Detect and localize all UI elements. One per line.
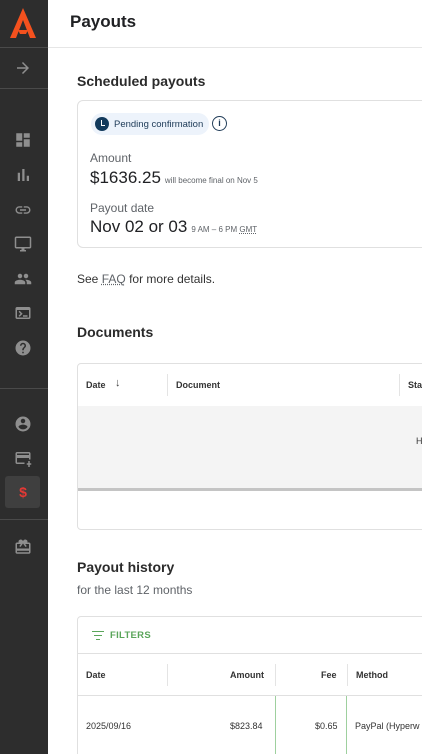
info-icon[interactable]: i: [212, 116, 227, 131]
column-separator: [275, 664, 276, 686]
column-header-date[interactable]: Date: [86, 670, 106, 680]
filters-bar: FILTERS: [77, 616, 422, 654]
arrow-right-icon[interactable]: [12, 57, 34, 79]
payout-date-row: Nov 02 or 03 9 AM – 6 PM GMT: [90, 217, 257, 237]
page-title: Payouts: [70, 12, 137, 31]
sidebar-divider: [0, 47, 48, 48]
documents-empty-text: H: [416, 436, 422, 446]
status-badge-label: Pending confirmation: [114, 118, 204, 130]
time-range-text: 9 AM – 6 PM: [191, 225, 238, 234]
scheduled-payout-card: Pending confirmation i Amount $1636.25 wi…: [77, 100, 422, 248]
row-method: PayPal (Hyperw: [355, 721, 420, 731]
row-date: 2025/09/16: [86, 721, 132, 731]
column-separator: [167, 664, 168, 686]
sidebar-divider: [0, 519, 48, 520]
column-header-status[interactable]: Sta: [408, 380, 422, 390]
sort-down-icon[interactable]: ↓: [115, 377, 121, 389]
documents-scrollbar[interactable]: [78, 488, 422, 491]
payout-date-value: Nov 02 or 03: [90, 217, 188, 236]
column-separator: [167, 374, 168, 396]
scheduled-payouts-heading: Scheduled payouts: [77, 73, 206, 89]
dollar-icon[interactable]: $: [12, 481, 34, 503]
gift-icon[interactable]: [12, 536, 34, 558]
faq-prefix: See: [77, 272, 99, 286]
monitor-icon[interactable]: [12, 233, 34, 255]
payout-history-subtitle: for the last 12 months: [77, 583, 193, 597]
sidebar-divider: [0, 388, 48, 389]
link-icon[interactable]: [12, 199, 34, 221]
filters-label: FILTERS: [110, 630, 151, 641]
payout-history-heading: Payout history: [77, 559, 175, 575]
sidebar-divider: [0, 88, 48, 89]
terminal-icon[interactable]: [12, 302, 34, 324]
people-icon[interactable]: [12, 268, 34, 290]
column-header-date[interactable]: Date: [86, 380, 106, 390]
documents-heading: Documents: [77, 324, 154, 340]
table-header: Date Amount Fee Method: [78, 654, 422, 696]
timezone-text[interactable]: GMT: [239, 225, 257, 234]
main-content: Payouts Scheduled payouts Pending confir…: [48, 0, 422, 754]
column-separator: [399, 374, 400, 396]
credit-card-icon[interactable]: [12, 447, 34, 469]
amount-note: will become final on Nov 5: [164, 176, 258, 185]
amount-label: Amount: [90, 151, 132, 165]
amount-value-row: $1636.25 will become final on Nov 5: [90, 168, 258, 188]
sidebar: $: [0, 0, 48, 754]
documents-table: Date ↓ Document Sta H: [77, 363, 422, 530]
column-header-method[interactable]: Method: [356, 670, 388, 680]
status-badge: Pending confirmation: [91, 113, 210, 135]
clock-icon: [95, 117, 109, 131]
faq-suffix: for more details.: [129, 272, 216, 286]
amount-value: $1636.25: [90, 168, 161, 187]
logo-icon[interactable]: [8, 6, 38, 40]
payout-time-range: 9 AM – 6 PM GMT: [191, 225, 257, 234]
faq-line: See FAQ for more details.: [77, 272, 215, 286]
payout-date-label: Payout date: [90, 201, 155, 215]
documents-empty-area: [78, 406, 422, 488]
bar-chart-icon[interactable]: [12, 164, 34, 186]
filter-icon: [92, 630, 104, 641]
dashboard-icon[interactable]: [12, 129, 34, 151]
faq-link[interactable]: FAQ: [102, 272, 126, 286]
payout-history-table: Date Amount Fee Method 2025/09/16 $823.8…: [77, 654, 422, 754]
row-amount: $823.84: [230, 721, 263, 731]
column-header-amount[interactable]: Amount: [230, 670, 264, 680]
column-separator: [347, 664, 348, 686]
account-circle-icon[interactable]: [12, 413, 34, 435]
help-icon[interactable]: [12, 337, 34, 359]
row-fee: $0.65: [315, 721, 338, 731]
filters-button[interactable]: FILTERS: [92, 630, 151, 641]
column-header-document[interactable]: Document: [176, 380, 220, 390]
column-header-fee[interactable]: Fee: [321, 670, 337, 680]
